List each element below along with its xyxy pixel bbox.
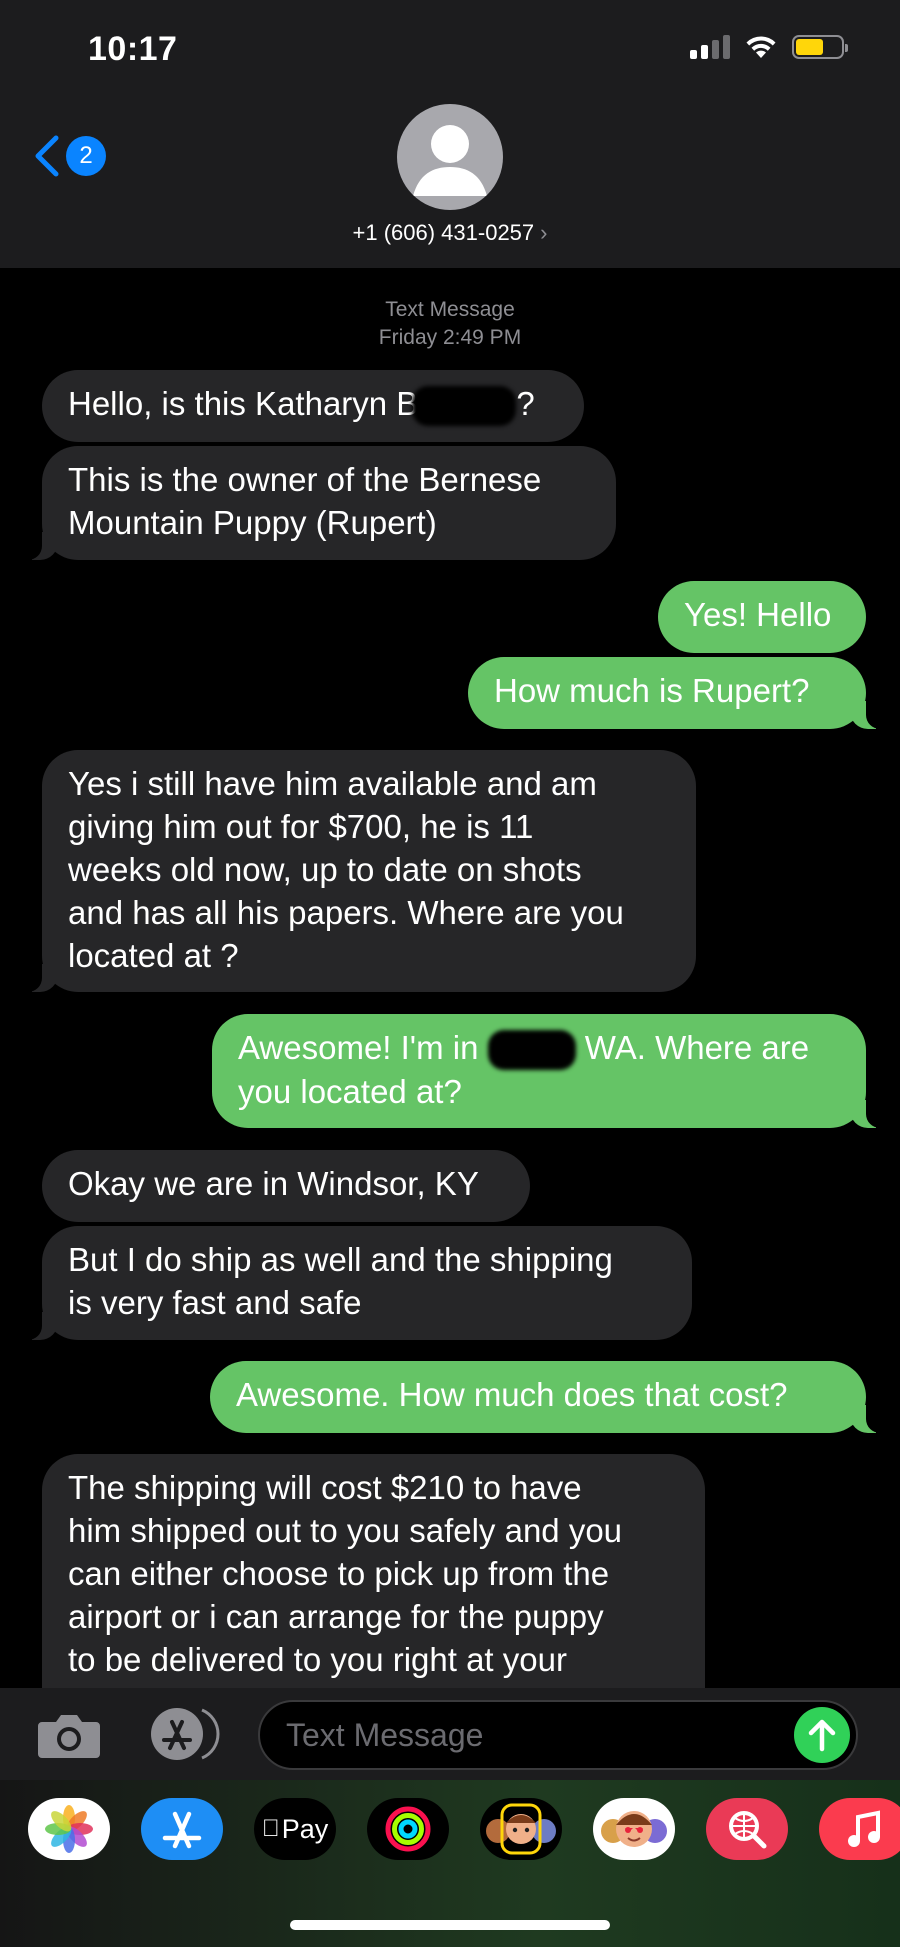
incoming-message-bubble[interactable]: The shipping will cost $210 to have him … <box>42 1454 705 1688</box>
app-store-drawer-button[interactable] <box>146 1704 222 1764</box>
message-text-end: ? <box>516 385 535 422</box>
memoji-stickers-icon <box>601 1811 667 1847</box>
activity-rings-icon <box>385 1806 431 1852</box>
music-app-button[interactable] <box>819 1798 900 1860</box>
camera-button[interactable] <box>36 1710 102 1760</box>
message-line: to be delivered to you right at your <box>68 1641 567 1678</box>
message-text: Yes! Hello <box>684 596 832 633</box>
conversation-header: 10:17 2 +1 (606) 431-0257 › <box>0 0 900 268</box>
message-line: can either choose to pick up from the <box>68 1555 610 1592</box>
camera-icon <box>38 1715 100 1758</box>
message-line: located at ? <box>68 937 239 974</box>
compose-bar <box>0 1688 900 1780</box>
message-line: The shipping will cost $210 to have <box>68 1469 582 1506</box>
message-text: Hello, is this Katharyn B <box>68 385 419 422</box>
memoji-app-button[interactable] <box>480 1798 562 1860</box>
incoming-message-bubble[interactable]: Yes i still have him available and am gi… <box>20 750 696 992</box>
message-text: Awesome. How much does that cost? <box>236 1376 788 1413</box>
battery-icon <box>792 35 848 59</box>
message-line: you located at? <box>238 1073 462 1111</box>
app-store-icon <box>151 1708 220 1760</box>
unread-count-badge: 2 <box>66 136 106 176</box>
outgoing-message-bubble[interactable]: Yes! Hello <box>658 581 866 653</box>
cellular-signal-icon <box>690 35 730 59</box>
message-line: Awesome! I'm in WA. Where are <box>238 1026 840 1071</box>
web-search-icon <box>729 1811 767 1849</box>
apple-pay-app-button[interactable]: Pay <box>254 1798 336 1860</box>
thread-timestamp: Text Message Friday 2:49 PM <box>0 296 900 352</box>
memoji-stickers-app-button[interactable] <box>593 1798 675 1860</box>
redaction-mark <box>487 1030 576 1071</box>
message-text: How much is Rupert? <box>494 672 810 709</box>
message-line: weeks old now, up to date on shots <box>68 851 582 888</box>
images-search-app-button[interactable] <box>706 1798 788 1860</box>
send-button[interactable] <box>794 1707 850 1763</box>
status-icons <box>690 34 848 60</box>
app-store-app-button[interactable] <box>141 1798 223 1860</box>
home-indicator[interactable] <box>290 1920 610 1930</box>
message-thread[interactable]: Text Message Friday 2:49 PM Hello, is th… <box>0 268 900 1688</box>
status-time: 10:17 <box>88 30 178 68</box>
person-silhouette-icon <box>413 125 487 196</box>
back-button[interactable]: 2 <box>32 134 106 178</box>
wifi-icon <box>746 36 776 58</box>
outgoing-message-bubble[interactable]: How much is Rupert? <box>468 657 888 729</box>
message-line: giving him out for $700, he is 11 <box>68 808 534 845</box>
message-line: Yes i still have him available and am <box>68 765 597 802</box>
message-line: airport or i can arrange for the puppy <box>68 1598 604 1635</box>
photos-app-button[interactable] <box>28 1798 110 1860</box>
apple-pay-label: Pay <box>272 1813 329 1844</box>
contact-avatar[interactable] <box>397 104 503 210</box>
activity-app-button[interactable] <box>367 1798 449 1860</box>
chevron-left-icon <box>35 135 59 177</box>
message-line: and has all his papers. Where are you <box>68 894 624 931</box>
message-text: Okay we are in Windsor, KY <box>68 1165 479 1202</box>
redaction-mark <box>412 386 517 427</box>
incoming-message-bubble[interactable]: But I do ship as well and the shipping i… <box>20 1226 692 1340</box>
contact-phone-number: +1 (606) 431-0257 <box>352 220 535 245</box>
message-line: Mountain Puppy (Rupert) <box>68 504 437 541</box>
message-line: him shipped out to you safely and you <box>68 1512 623 1549</box>
photos-icon <box>45 1805 93 1853</box>
apple-pay-icon:  <box>262 1815 280 1843</box>
outgoing-message-bubble[interactable]: Awesome! I'm in WA. Where are you locate… <box>212 1014 888 1128</box>
message-line: is very fast and safe <box>68 1284 362 1321</box>
arrow-up-icon <box>808 1719 836 1752</box>
chevron-right-icon: › <box>540 220 548 245</box>
contact-name-button[interactable]: +1 (606) 431-0257 › <box>0 220 900 246</box>
outgoing-message-bubble[interactable]: Awesome. How much does that cost? <box>210 1361 888 1433</box>
message-input-field[interactable] <box>258 1700 858 1770</box>
message-line: But I do ship as well and the shipping <box>68 1241 613 1278</box>
incoming-message-bubble[interactable]: This is the owner of the Bernese Mountai… <box>20 446 616 560</box>
message-line: This is the owner of the Bernese <box>68 461 542 498</box>
message-input[interactable] <box>286 1702 756 1768</box>
timestamp-time: Friday 2:49 PM <box>378 326 522 349</box>
memoji-icon <box>486 1803 556 1855</box>
imessage-app-drawer: Pay <box>0 1780 900 1947</box>
incoming-message-bubble[interactable]: Hello, is this Katharyn B? <box>42 370 584 442</box>
music-icon <box>848 1810 880 1847</box>
timestamp-service: Text Message <box>385 298 515 321</box>
app-store-icon <box>162 1811 202 1849</box>
incoming-message-bubble[interactable]: Okay we are in Windsor, KY <box>42 1150 530 1222</box>
